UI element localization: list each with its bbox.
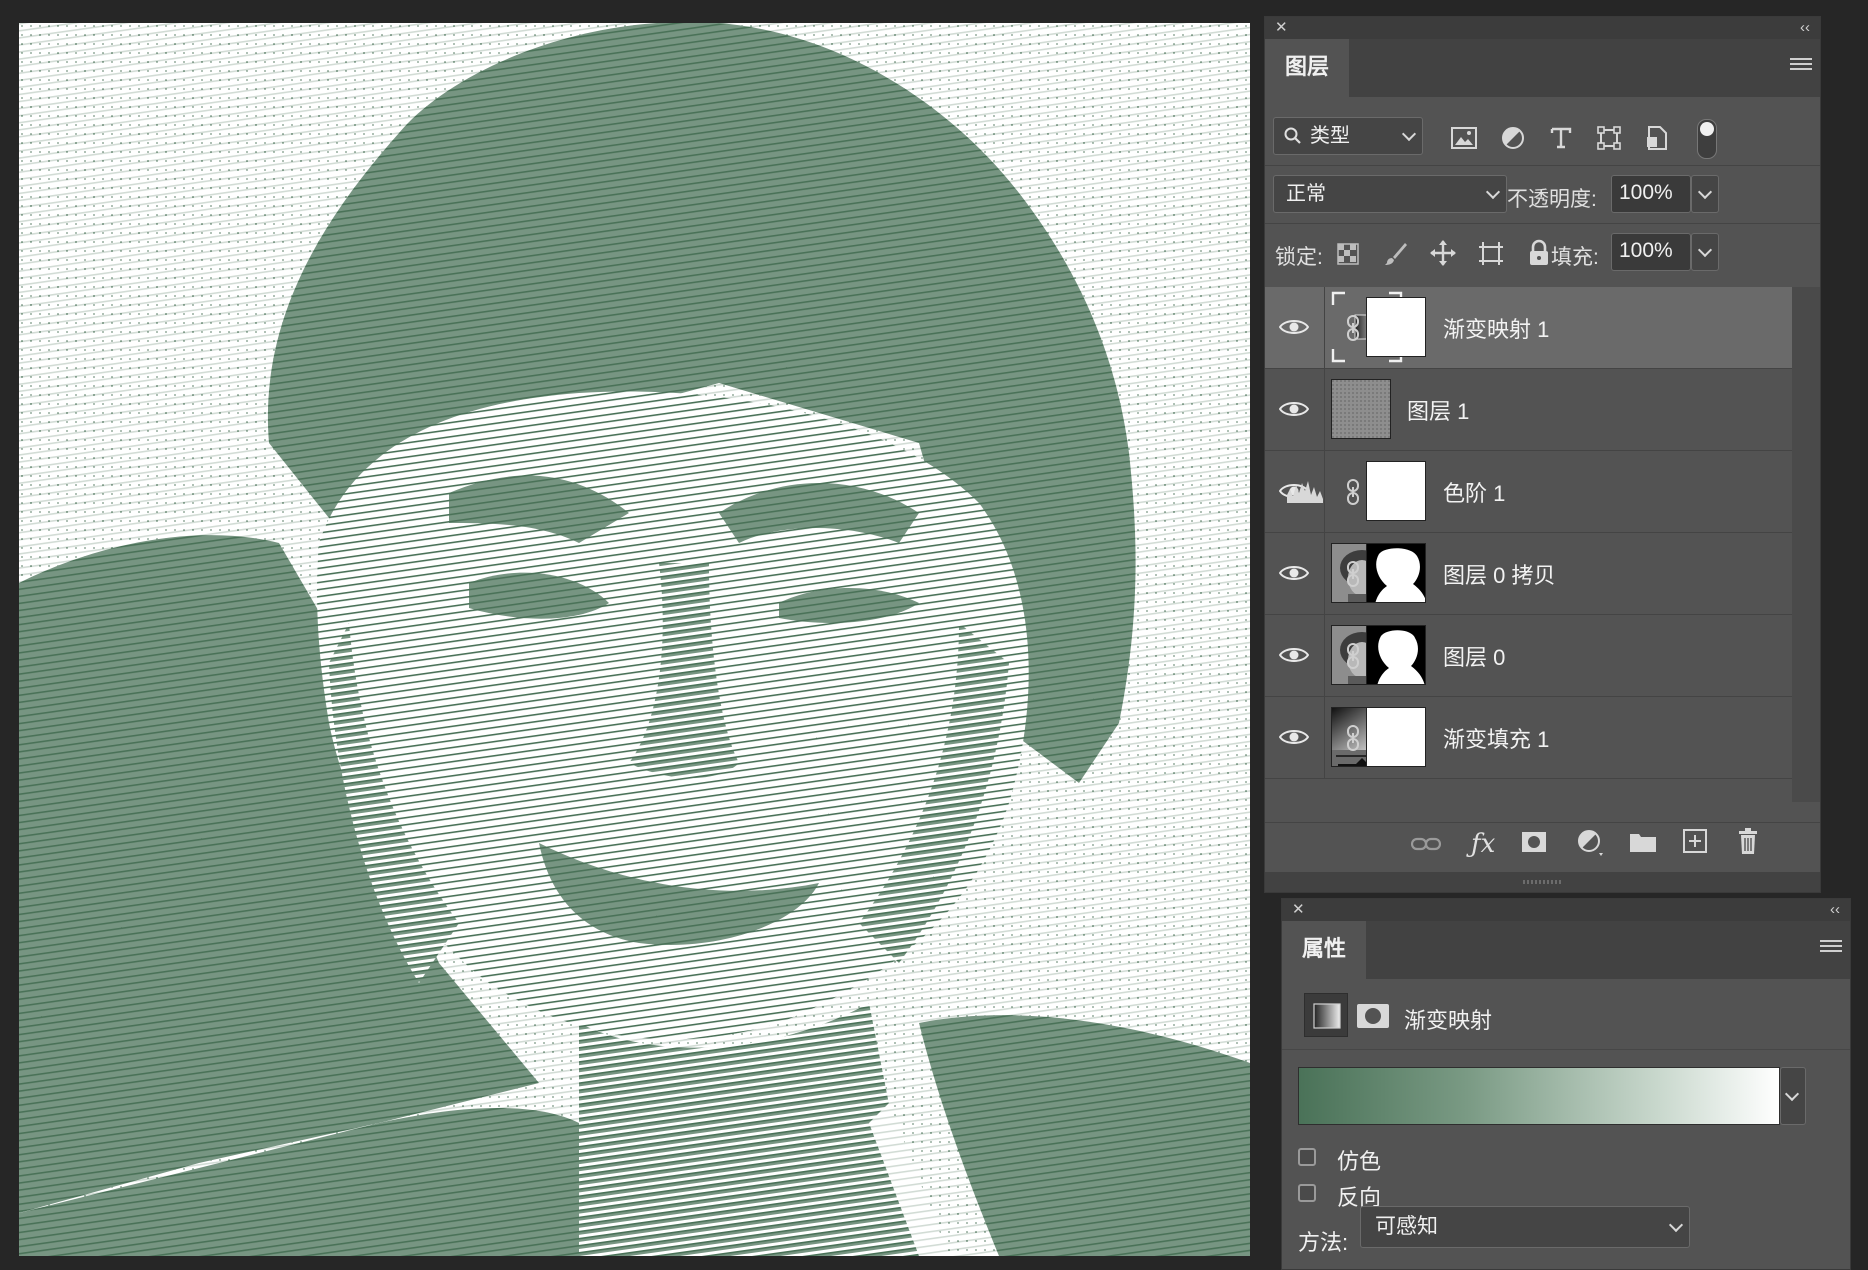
properties-panel: ✕ ‹‹ 属性 渐变映射 仿色 反向 方法: 可感知 [1281, 898, 1851, 1270]
dither-checkbox[interactable] [1298, 1148, 1316, 1166]
layer-thumbnail-texture[interactable] [1331, 379, 1391, 439]
dither-label: 仿色 [1337, 1149, 1382, 1174]
collapse-icon[interactable]: ‹‹ [1800, 19, 1810, 37]
collapse-icon[interactable]: ‹‹ [1830, 901, 1840, 919]
fill-input[interactable]: 100% [1611, 233, 1691, 271]
layer-name: 色阶 1 [1443, 481, 1506, 506]
new-adjustment-layer-icon[interactable] [1577, 829, 1605, 857]
panel-tabbar: 图层 [1265, 39, 1820, 97]
layer-list: 渐变映射 1 图层 1 色阶 1 图层 0 拷贝 图层 0 渐变填充 1 [1265, 287, 1822, 807]
filter-type-layer-icon[interactable] [1549, 126, 1573, 150]
opacity-input[interactable]: 100% [1611, 175, 1691, 213]
panel-menu-icon[interactable] [1790, 55, 1812, 77]
layer-filter-dropdown[interactable]: 类型 [1273, 117, 1423, 155]
mask-link-chain-icon[interactable] [1345, 643, 1361, 669]
link-layers-icon[interactable] [1411, 835, 1441, 853]
layer-name: 图层 0 拷贝 [1443, 563, 1556, 588]
panel-resize-bar[interactable] [1265, 872, 1820, 892]
layer-row-levels-1[interactable]: 色阶 1 [1265, 451, 1792, 533]
delete-trash-icon[interactable] [1737, 827, 1759, 855]
fill-slider-toggle[interactable] [1691, 233, 1719, 271]
fill-label: 填充: [1551, 246, 1599, 269]
gradient-editor-bar[interactable] [1298, 1067, 1780, 1125]
tab-layers[interactable]: 图层 [1265, 39, 1350, 97]
mask-link-chain-icon[interactable] [1345, 561, 1361, 587]
mask-settings-icon[interactable] [1356, 1003, 1390, 1029]
filter-shape-layer-icon[interactable] [1597, 126, 1621, 150]
lock-artboard-icon[interactable] [1477, 239, 1505, 267]
layers-panel: ✕ ‹‹ 图层 类型 正常 不透明度: 100% 锁定: 填充: 100% 渐变… [1264, 16, 1821, 893]
new-group-folder-icon[interactable] [1629, 831, 1657, 853]
adjustment-settings-button[interactable] [1304, 993, 1348, 1037]
visibility-eye-icon[interactable] [1279, 399, 1309, 419]
layer-row-layer-0-copy[interactable]: 图层 0 拷贝 [1265, 533, 1792, 615]
filter-toggle-switch[interactable] [1697, 119, 1717, 159]
visibility-eye-icon[interactable] [1279, 727, 1309, 747]
lock-all-icon[interactable] [1527, 239, 1551, 267]
layers-panel-footer: ƒx [1265, 822, 1820, 873]
adjustment-type-label: 渐变映射 [1404, 1008, 1493, 1033]
layer-row-gradient-fill-1[interactable]: 渐变填充 1 [1265, 697, 1792, 779]
visibility-eye-icon[interactable] [1279, 317, 1309, 337]
layer-mask-thumbnail[interactable] [1366, 297, 1426, 357]
layer-mask-thumbnail[interactable] [1366, 461, 1426, 521]
new-layer-icon[interactable] [1683, 829, 1707, 853]
lock-position-move-icon[interactable] [1429, 239, 1457, 267]
filter-type-label: 类型 [1310, 125, 1350, 147]
layer-name: 图层 0 [1443, 645, 1506, 670]
texture-preview-icon [1332, 380, 1390, 438]
layer-row-layer-0[interactable]: 图层 0 [1265, 615, 1792, 697]
method-dropdown[interactable]: 可感知 [1360, 1206, 1690, 1248]
filter-smart-object-icon[interactable] [1645, 125, 1669, 151]
tab-properties[interactable]: 属性 [1282, 921, 1367, 979]
blend-mode-value: 正常 [1286, 183, 1326, 205]
layer-list-scrollbar[interactable] [1792, 287, 1820, 802]
method-value: 可感知 [1375, 1215, 1438, 1238]
silhouette-mask-icon [1377, 630, 1425, 684]
lock-transparency-icon[interactable] [1337, 243, 1359, 265]
filter-adjustment-layer-icon[interactable] [1501, 126, 1525, 150]
layer-row-layer-1[interactable]: 图层 1 [1265, 369, 1792, 451]
method-label: 方法: [1298, 1230, 1349, 1255]
document-canvas[interactable] [19, 23, 1250, 1256]
filter-pixel-layer-icon[interactable] [1451, 127, 1477, 149]
close-icon[interactable]: ✕ [1275, 19, 1288, 37]
add-mask-icon[interactable] [1521, 831, 1547, 853]
mask-link-chain-icon[interactable] [1345, 725, 1361, 751]
search-icon [1284, 127, 1301, 144]
close-icon[interactable]: ✕ [1292, 901, 1305, 919]
mask-link-chain-icon[interactable] [1345, 479, 1361, 505]
lock-pixels-brush-icon[interactable] [1383, 241, 1409, 267]
visibility-eye-icon[interactable] [1279, 563, 1309, 583]
panel-titlebar: ✕ ‹‹ [1282, 899, 1850, 921]
fx-layer-style-icon[interactable]: ƒx [1471, 829, 1495, 859]
gradient-map-icon [1313, 1003, 1341, 1029]
visibility-eye-icon[interactable] [1279, 645, 1309, 665]
silhouette-mask-icon [1375, 548, 1425, 602]
levels-histogram-icon [1287, 481, 1323, 503]
layer-name: 图层 1 [1407, 399, 1470, 424]
opacity-label: 不透明度: [1507, 188, 1597, 211]
layer-mask-thumbnail[interactable] [1366, 543, 1426, 603]
layer-mask-thumbnail[interactable] [1366, 625, 1426, 685]
mask-link-chain-icon[interactable] [1345, 315, 1361, 341]
layer-mask-thumbnail[interactable] [1366, 707, 1426, 767]
gradient-preset-dropdown[interactable] [1780, 1067, 1806, 1125]
panel-titlebar: ✕ ‹‹ [1265, 17, 1820, 39]
lock-label: 锁定: [1275, 246, 1323, 269]
opacity-slider-toggle[interactable] [1691, 175, 1719, 213]
blend-mode-dropdown[interactable]: 正常 [1273, 175, 1507, 213]
layer-name: 渐变填充 1 [1443, 727, 1550, 752]
panel-tabbar: 属性 [1282, 921, 1850, 979]
halftone-portrait-image [19, 23, 1250, 1256]
layer-name: 渐变映射 1 [1443, 317, 1550, 342]
reverse-checkbox[interactable] [1298, 1184, 1316, 1202]
panel-menu-icon[interactable] [1820, 937, 1842, 959]
layer-row-gradient-map-1[interactable]: 渐变映射 1 [1265, 287, 1792, 369]
